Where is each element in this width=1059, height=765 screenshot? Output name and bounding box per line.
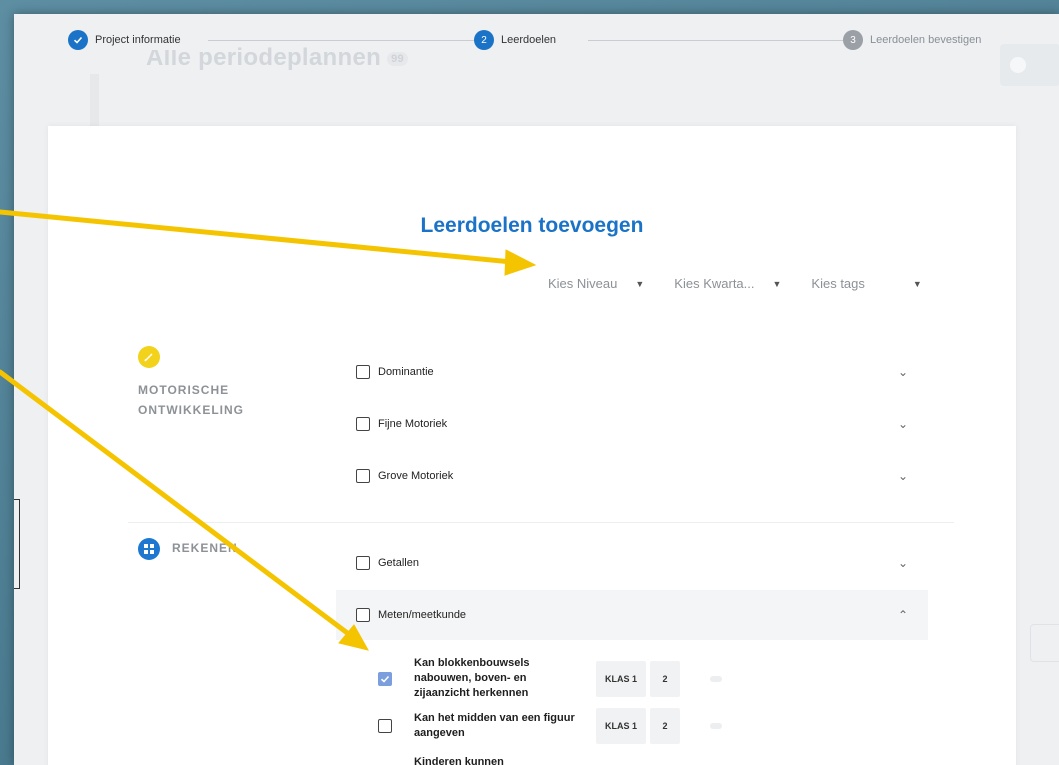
annotation-arrow-filters bbox=[0, 209, 515, 265]
annotation-arrows bbox=[0, 209, 537, 651]
annotation-arrowhead-filters bbox=[504, 249, 537, 276]
annotation-arrow-goal bbox=[0, 369, 353, 638]
